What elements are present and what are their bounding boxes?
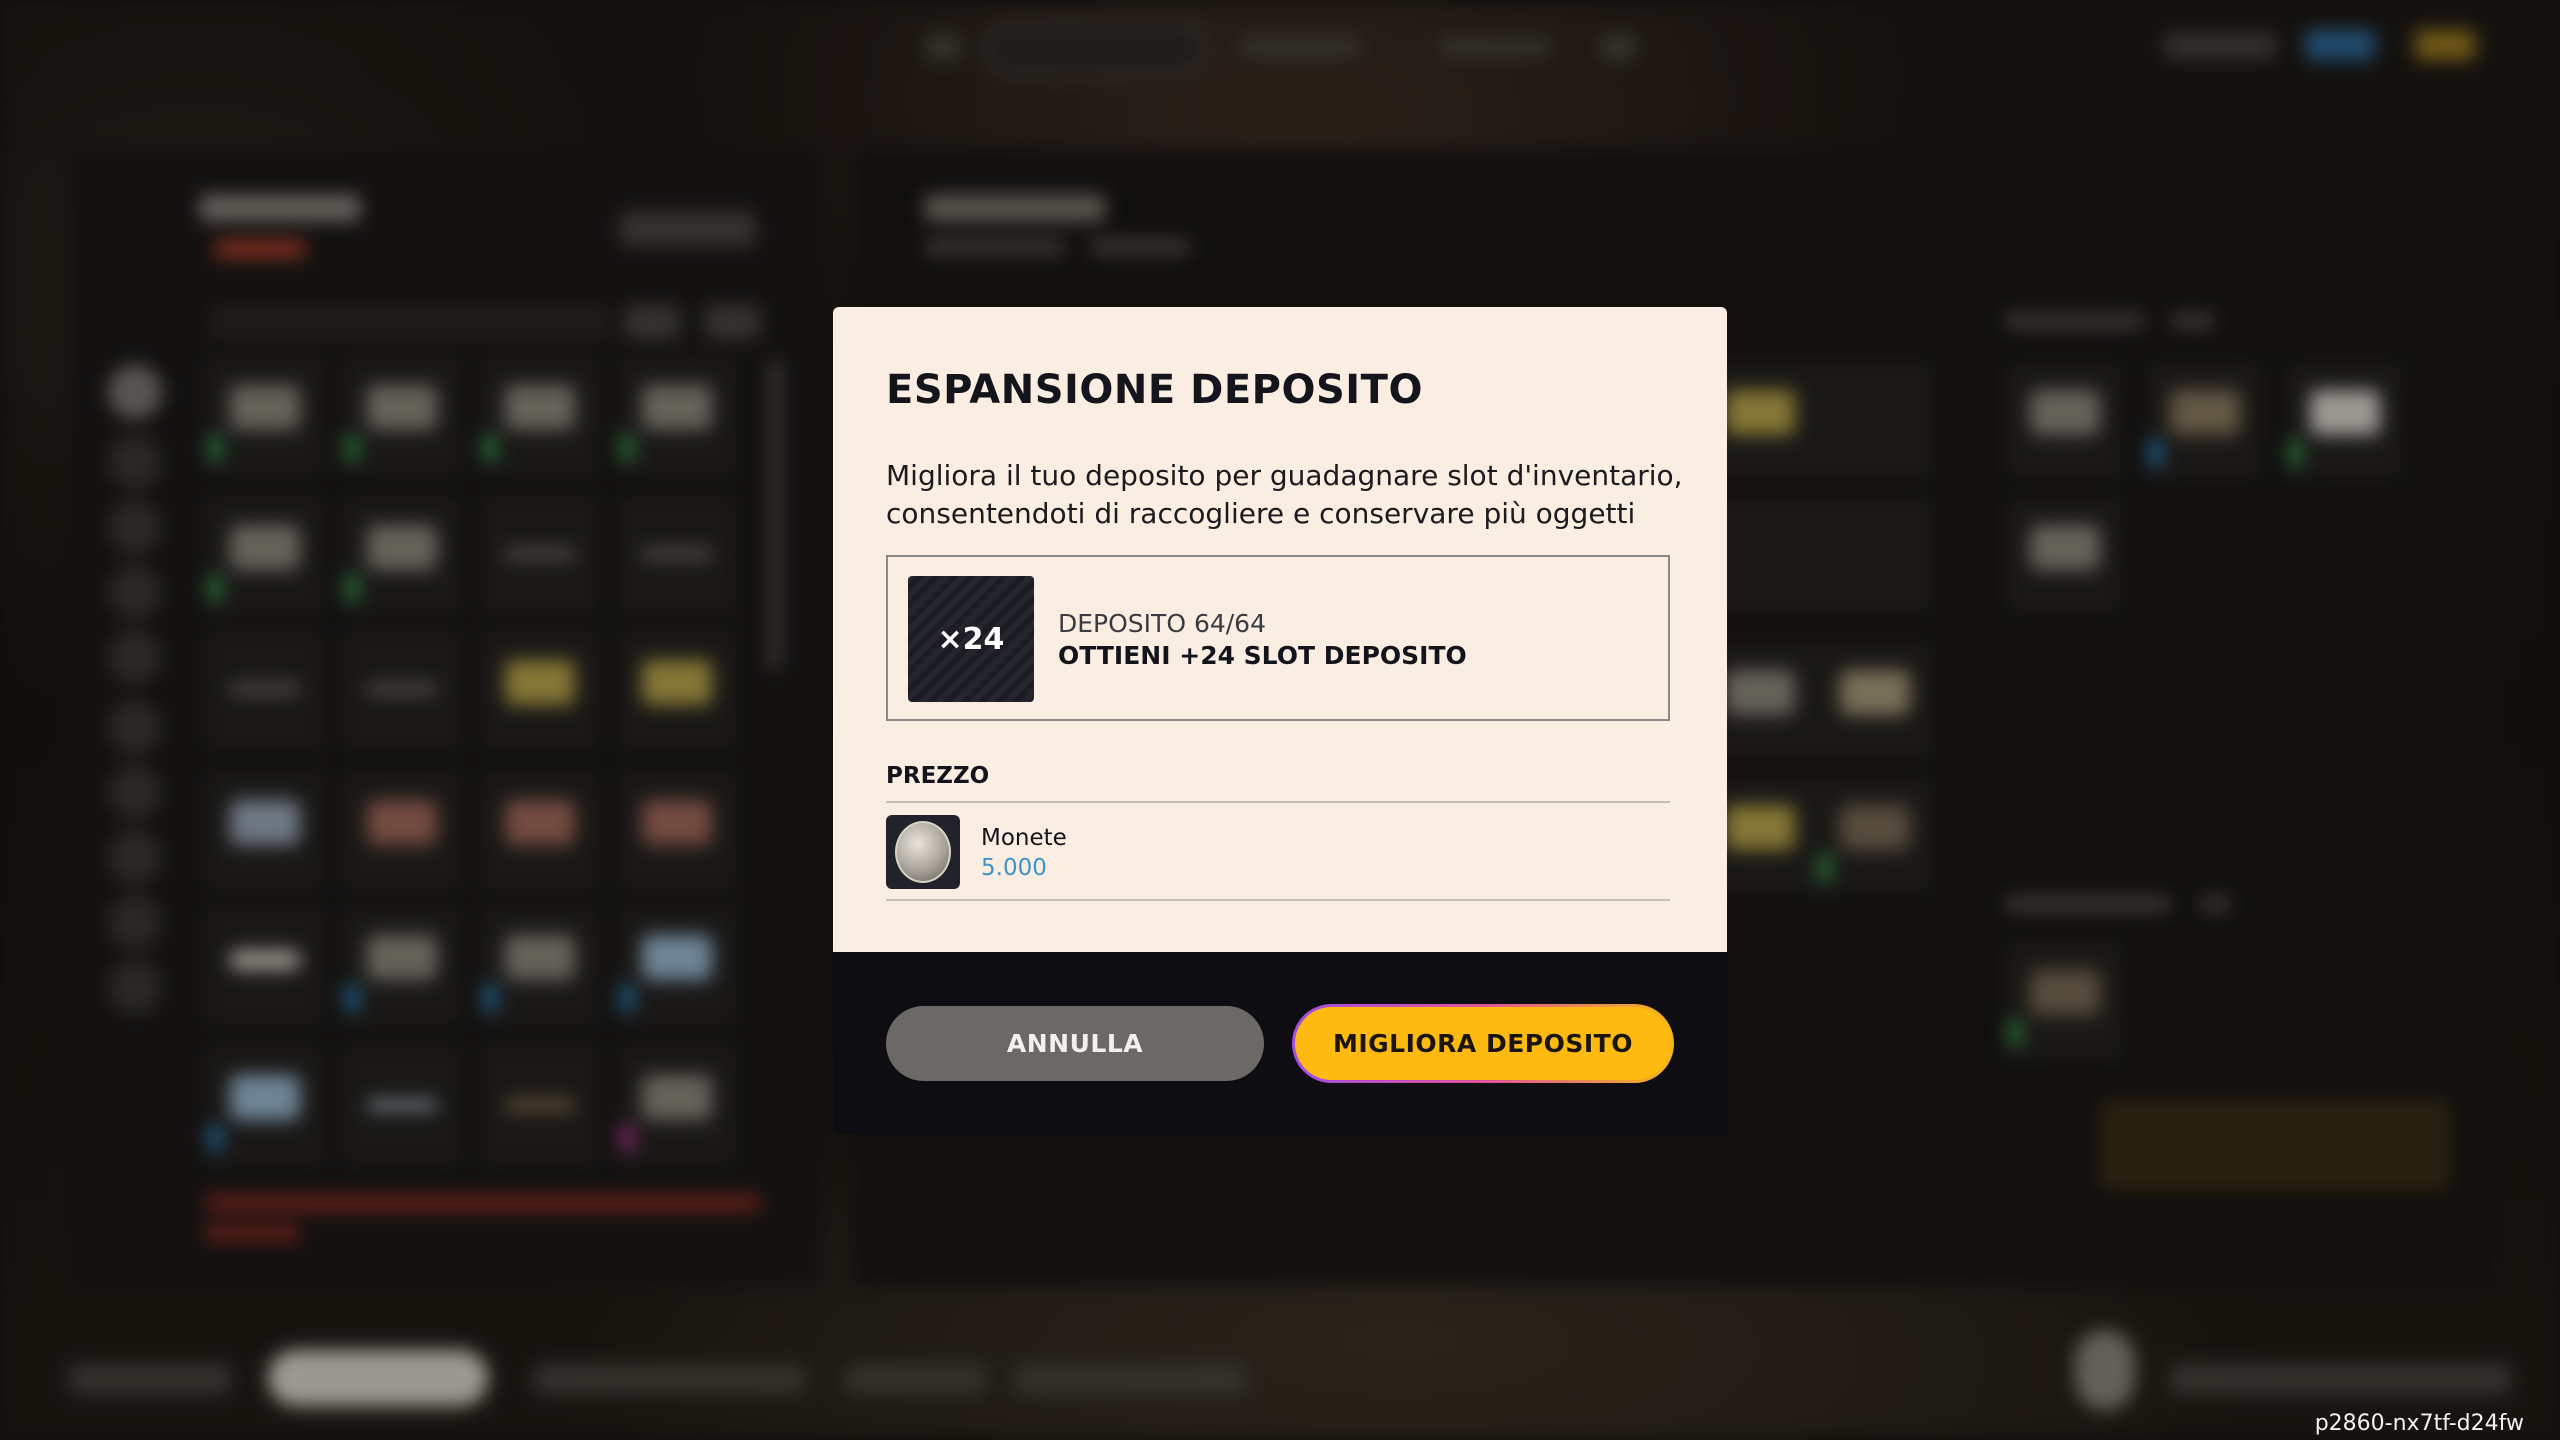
deposit-capacity-text: DEPOSITO 64/64 bbox=[1058, 609, 1266, 638]
currency-amount: 5.000 bbox=[981, 855, 1047, 881]
storage-expansion-dialog: ESPANSIONE DEPOSITO Migliora il tuo depo… bbox=[833, 307, 1727, 1134]
build-id-text: p2860-nx7tf-d24fw bbox=[2314, 1411, 2524, 1436]
dialog-description: Migliora il tuo deposito per guadagnare … bbox=[886, 459, 1683, 530]
upgrade-deposit-button[interactable]: MIGLIORA DEPOSITO bbox=[1292, 1004, 1674, 1083]
currency-name: Monete bbox=[981, 825, 1067, 851]
upgrade-info-card: ×24 DEPOSITO 64/64 OTTIENI +24 SLOT DEPO… bbox=[886, 555, 1670, 721]
deposit-offer-text: OTTIENI +24 SLOT DEPOSITO bbox=[1058, 641, 1467, 670]
dialog-body: ESPANSIONE DEPOSITO Migliora il tuo depo… bbox=[833, 307, 1727, 952]
slot-increase-badge: ×24 bbox=[908, 576, 1034, 702]
cancel-button[interactable]: ANNULLA bbox=[886, 1006, 1264, 1081]
price-divider-bottom bbox=[886, 899, 1670, 901]
price-label: PREZZO bbox=[886, 763, 990, 789]
dialog-title: ESPANSIONE DEPOSITO bbox=[886, 367, 1423, 413]
price-divider-top bbox=[886, 801, 1670, 803]
coin-icon bbox=[886, 815, 960, 889]
upgrade-deposit-button-label[interactable]: MIGLIORA DEPOSITO bbox=[1295, 1007, 1671, 1080]
